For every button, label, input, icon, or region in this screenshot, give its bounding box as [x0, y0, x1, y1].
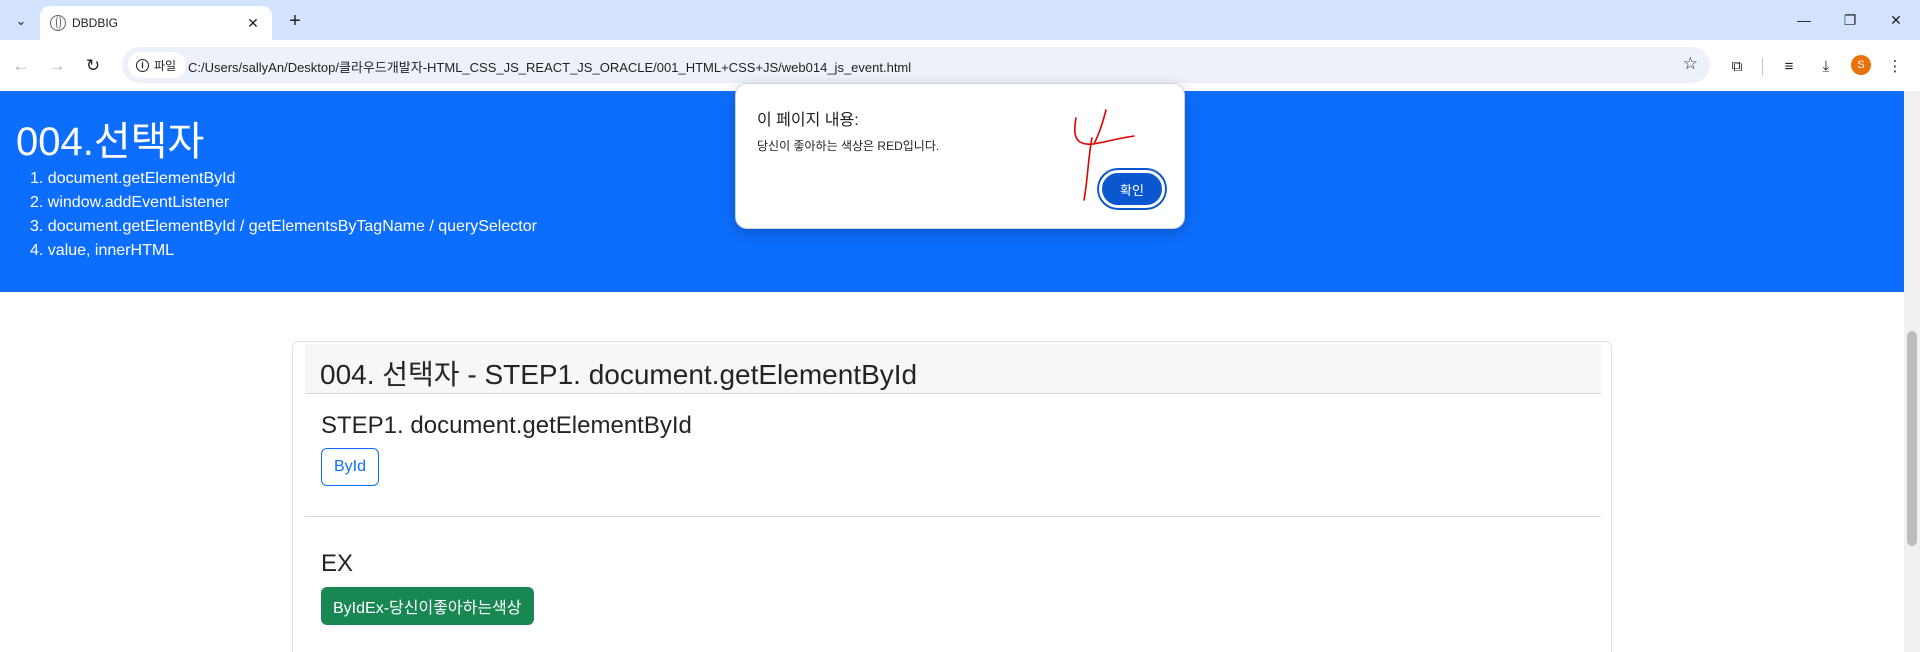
url-text[interactable]: C:/Users/sallyAn/Desktop/클라우드개발자-HTML_CS… — [188, 57, 911, 76]
red-annotation-scribble — [1074, 109, 1135, 201]
step-title: STEP1. document.getElementById — [321, 412, 692, 439]
toolbar-divider — [1762, 58, 1763, 76]
alert-title: 이 페이지 내용: — [757, 112, 859, 129]
tab-active[interactable]: DBDBIG ✕ — [40, 6, 272, 40]
site-chip-label: 파일 — [154, 58, 177, 73]
page-title: 004.선택자 — [16, 120, 205, 164]
info-icon: i — [136, 58, 149, 72]
media-control-icon[interactable]: ≡ — [1776, 53, 1802, 79]
byid-ex-button[interactable]: ByIdEx-당신이좋아하는색상 — [321, 587, 534, 625]
alert-message: 당신이 좋아하는 색상은 RED입니다. — [757, 139, 940, 153]
new-tab-button[interactable]: + — [282, 8, 308, 34]
address-bar[interactable]: i 파일 C:/Users/sallyAn/Desktop/클라우드개발자-HT… — [122, 47, 1710, 83]
browser-chrome: ⌄ DBDBIG ✕ + — ❐ ✕ ← → ↻ i 파일 C:/Users/s… — [0, 0, 1920, 91]
ex-title: EX — [321, 550, 354, 577]
divider — [305, 516, 1601, 517]
site-info-chip[interactable]: i 파일 — [128, 52, 187, 78]
step-card: 004. 선택자 - STEP1. document.getElementByI… — [292, 341, 1612, 652]
list-item: 1. document.getElementById — [30, 170, 236, 187]
forward-button[interactable]: → — [42, 51, 72, 81]
card-title: 004. 선택자 - STEP1. document.getElementByI… — [320, 359, 918, 390]
profile-avatar[interactable]: S — [1851, 55, 1871, 75]
extensions-icon[interactable]: ⧉ — [1724, 53, 1750, 79]
list-item: 4. value, innerHTML — [30, 242, 175, 259]
restore-button[interactable]: ❐ — [1828, 6, 1872, 34]
page-scrollbar[interactable] — [1904, 91, 1920, 652]
tab-title: DBDBIG — [72, 16, 119, 30]
scroll-thumb[interactable] — [1907, 331, 1917, 546]
minimize-button[interactable]: — — [1782, 6, 1826, 34]
byid-button[interactable]: ById — [321, 448, 380, 486]
reload-button[interactable]: ↻ — [78, 51, 108, 81]
tab-search-button[interactable]: ⌄ — [8, 8, 34, 34]
back-button[interactable]: ← — [6, 51, 36, 81]
card-header: 004. 선택자 - STEP1. document.getElementByI… — [305, 344, 1601, 394]
list-item: 2. window.addEventListener — [30, 194, 230, 211]
download-icon[interactable]: ⤓ — [1813, 53, 1839, 79]
topic-list: 1. document.getElementById 2. window.add… — [30, 167, 537, 263]
list-item: 3. document.getElementById / getElements… — [30, 218, 537, 235]
tab-strip: ⌄ DBDBIG ✕ + — ❐ ✕ — [0, 0, 1920, 40]
close-icon[interactable]: ✕ — [242, 12, 264, 34]
globe-icon — [50, 15, 66, 31]
bookmark-star-icon[interactable]: ☆ — [1683, 54, 1698, 74]
menu-icon[interactable]: ⋮ — [1882, 53, 1908, 79]
close-window-button[interactable]: ✕ — [1874, 6, 1918, 34]
